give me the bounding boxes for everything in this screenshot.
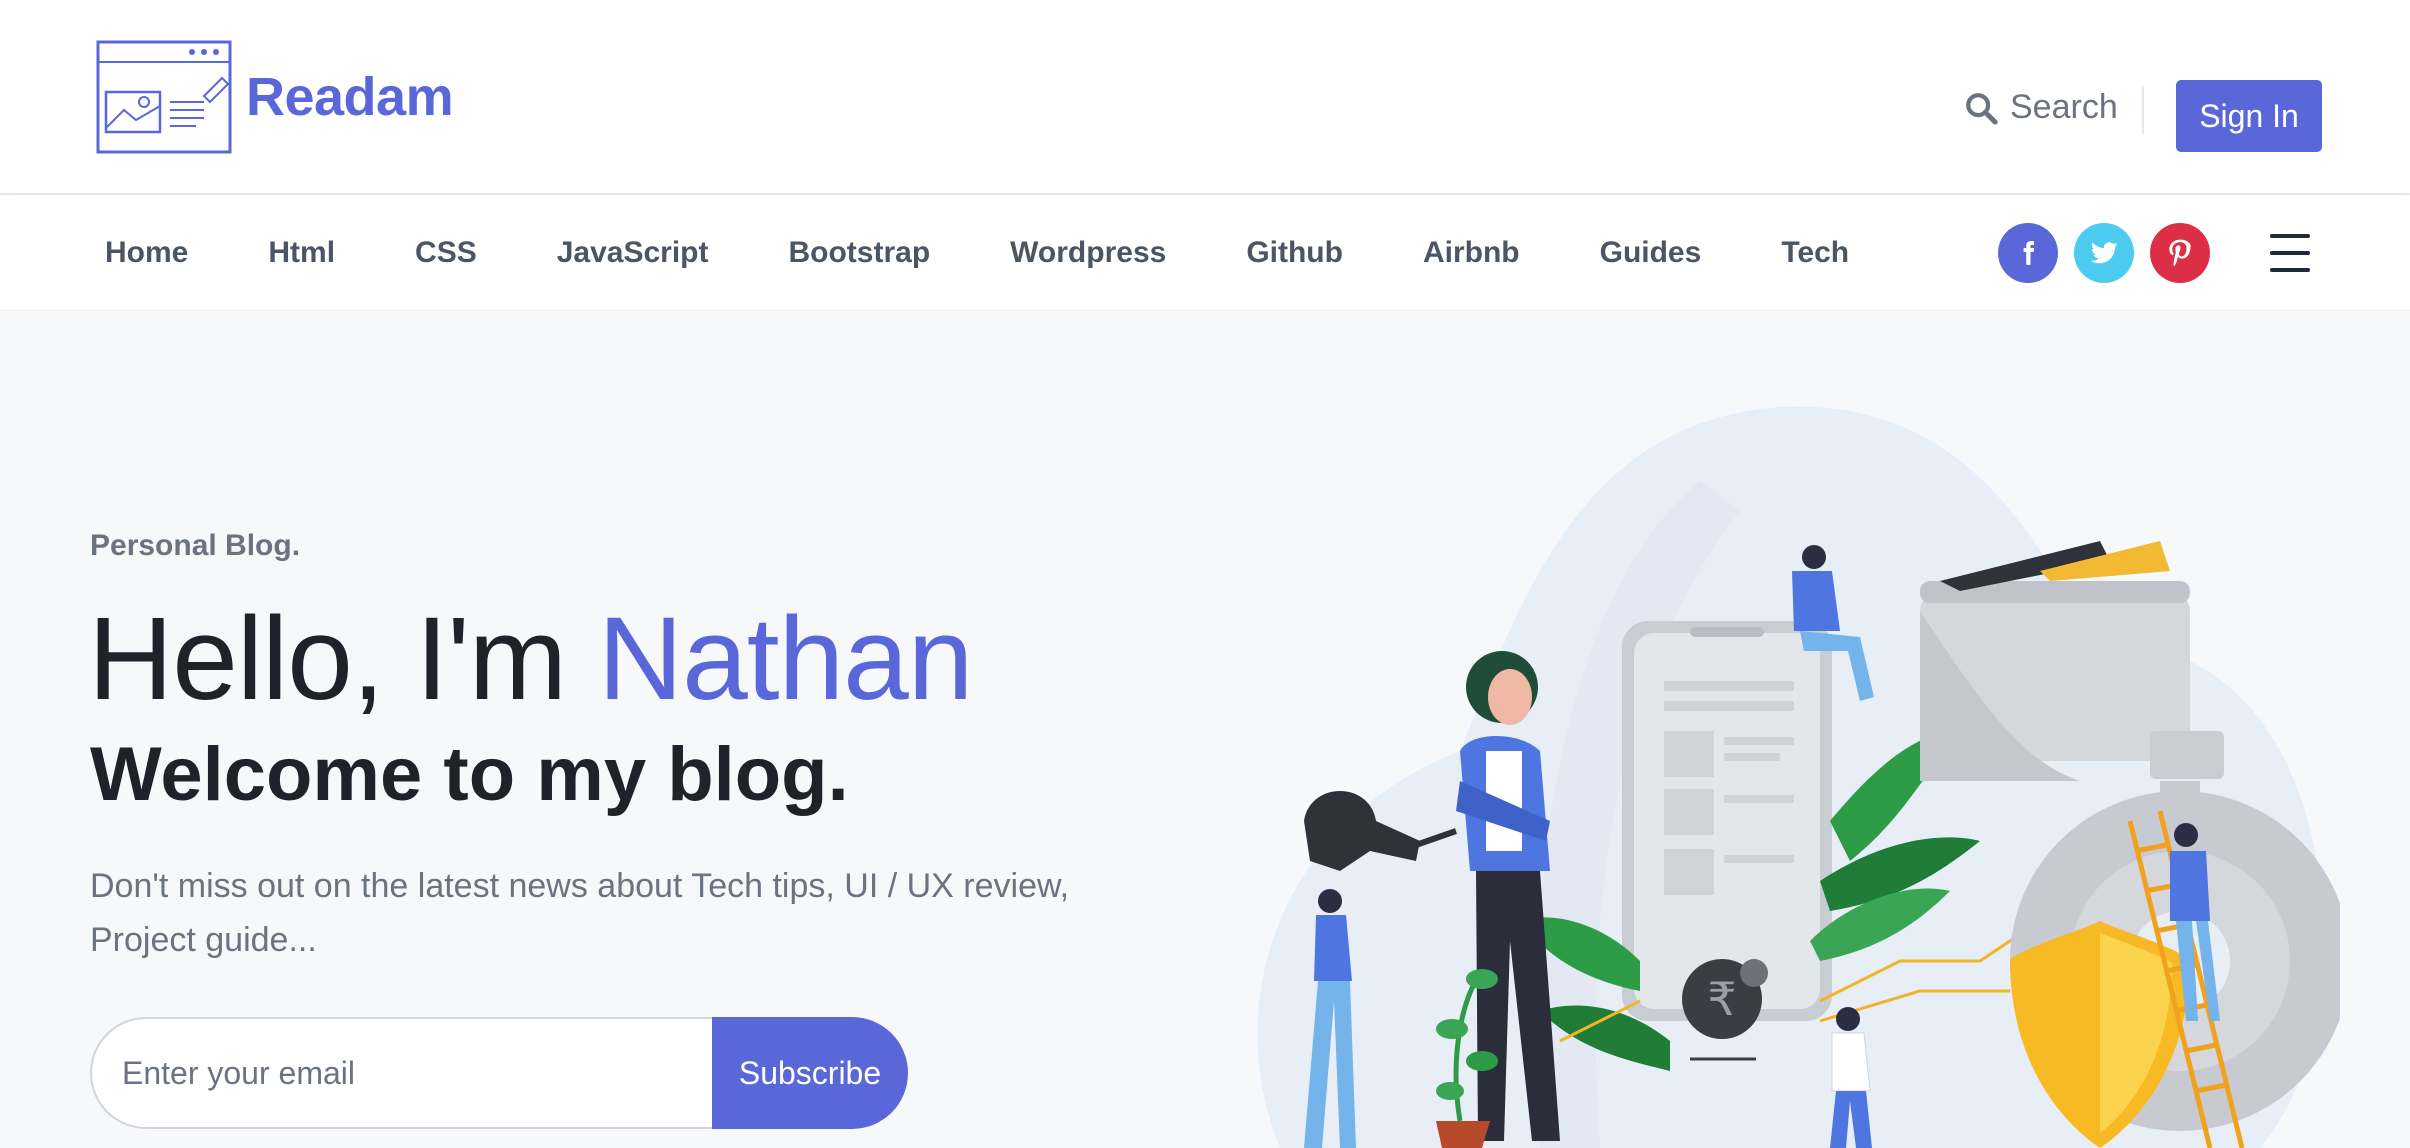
pinterest-icon: [2169, 239, 2191, 267]
main-nav: Home Html CSS JavaScript Bootstrap Wordp…: [0, 195, 2410, 311]
twitter-button[interactable]: [2074, 223, 2134, 283]
social-links: [1998, 223, 2210, 283]
headline-prefix: Hello, I'm: [88, 593, 598, 725]
nav-link-html[interactable]: Html: [268, 236, 335, 270]
header-divider: [2142, 86, 2144, 134]
subscribe-form: Subscribe: [90, 1017, 908, 1129]
nav-link-github[interactable]: Github: [1246, 236, 1343, 270]
facebook-icon: [2023, 241, 2035, 265]
pinterest-button[interactable]: [2150, 223, 2210, 283]
search-label: Search: [2010, 88, 2118, 126]
hamburger-menu-icon[interactable]: [2270, 234, 2310, 272]
nav-link-guides[interactable]: Guides: [1600, 236, 1702, 270]
facebook-button[interactable]: [1998, 223, 2058, 283]
brand-logo[interactable]: Readam: [96, 38, 476, 156]
nav-link-bootstrap[interactable]: Bootstrap: [788, 236, 930, 270]
brand-name: Readam: [246, 67, 454, 127]
nav-link-airbnb[interactable]: Airbnb: [1423, 236, 1520, 270]
nav-link-home[interactable]: Home: [105, 236, 188, 270]
hero-subhead: Welcome to my blog.: [90, 732, 849, 817]
hero-illustration: ₹: [1257, 406, 2340, 1148]
nav-link-css[interactable]: CSS: [415, 236, 477, 270]
nav-link-javascript[interactable]: JavaScript: [557, 236, 709, 270]
hero-headline: Hello, I'm Nathan: [88, 591, 974, 727]
email-input[interactable]: [90, 1017, 712, 1129]
wallet-illustration: [1920, 541, 2224, 781]
search-trigger[interactable]: Search: [1964, 88, 2118, 127]
browser-window-icon: [96, 40, 232, 154]
top-header: Readam Search Sign In: [0, 0, 2410, 195]
search-icon: [1966, 92, 1998, 125]
nav-link-tech[interactable]: Tech: [1781, 236, 1849, 270]
twitter-icon: [2090, 242, 2118, 264]
hero-section: Personal Blog. Hello, I'm Nathan Welcome…: [0, 311, 2410, 1148]
svg-text:₹: ₹: [1707, 972, 1736, 1026]
hero-description: Don't miss out on the latest news about …: [90, 867, 1070, 959]
headline-name: Nathan: [597, 593, 974, 725]
hero-eyebrow: Personal Blog.: [90, 529, 301, 562]
phone-illustration: ₹: [1622, 621, 1832, 1061]
subscribe-button[interactable]: Subscribe: [712, 1017, 908, 1129]
sign-in-button[interactable]: Sign In: [2176, 80, 2322, 152]
nav-links: Home Html CSS JavaScript Bootstrap Wordp…: [105, 195, 1849, 311]
nav-link-wordpress[interactable]: Wordpress: [1010, 236, 1166, 270]
